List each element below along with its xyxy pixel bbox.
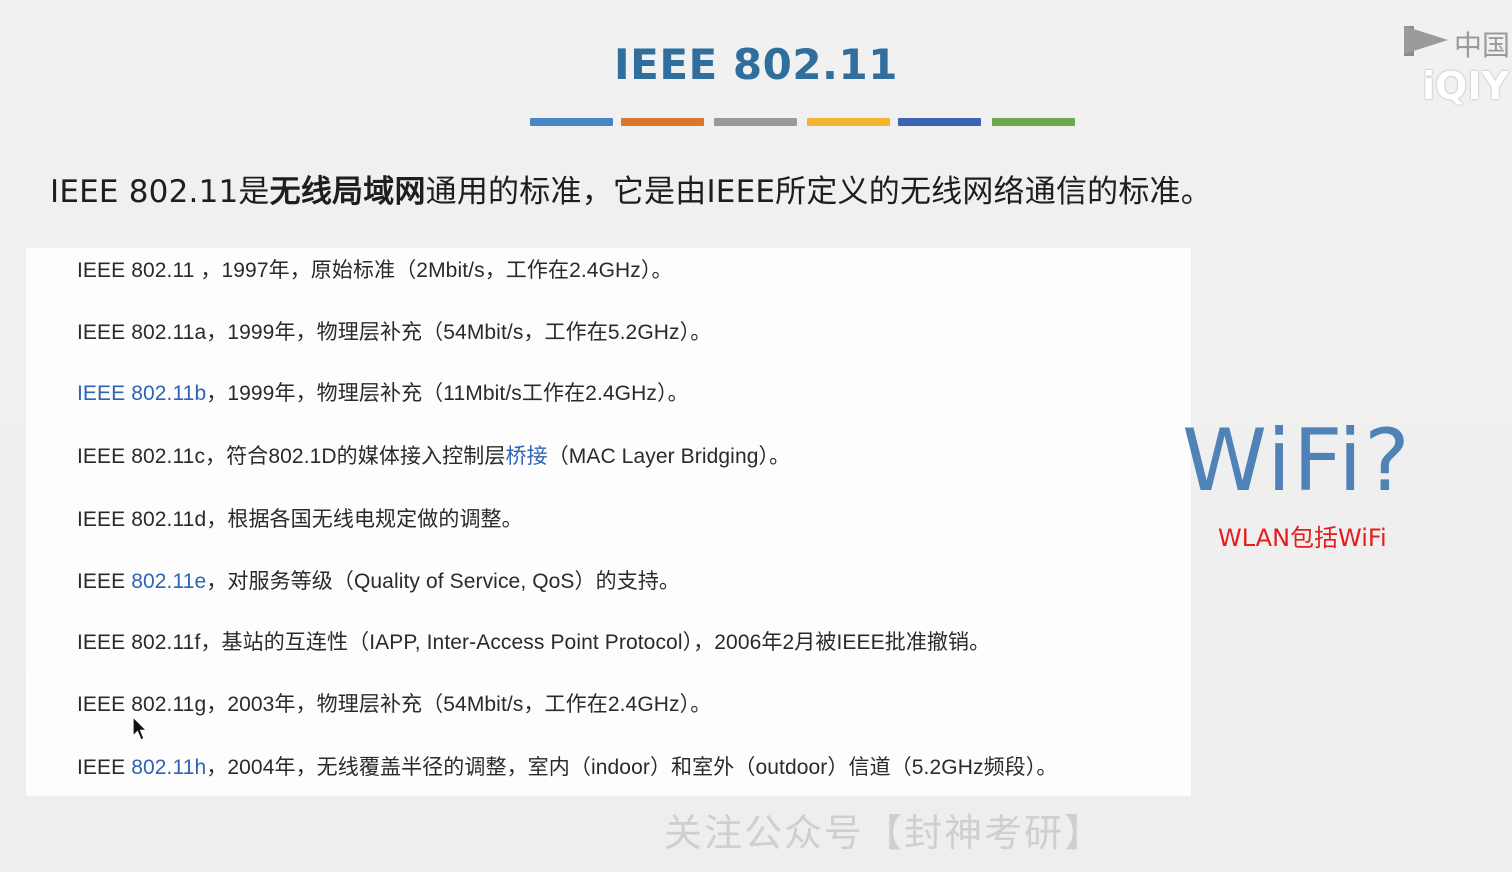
standard-text: ，2004年，无线覆盖半径的调整，室内（indoor）和室外（outdoor）信…: [206, 756, 1058, 779]
standard-line-80211b: IEEE 802.11b，1999年，物理层补充（11Mbit/s工作在2.4G…: [77, 377, 689, 407]
intro-sentence: IEEE 802.11是无线局域网通用的标准，它是由IEEE所定义的无线网络通信…: [50, 166, 1212, 211]
standard-link[interactable]: IEEE 802.11b: [77, 382, 206, 405]
logo-brand-text: iQIY: [1422, 64, 1509, 108]
wlan-note: WLAN包括WiFi: [1218, 524, 1387, 552]
color-bar-6: [992, 118, 1075, 126]
standard-line-80211e: IEEE 802.11e，对服务等级（Quality of Service, Q…: [77, 565, 680, 595]
standard-text: IEEE: [77, 756, 132, 779]
intro-suffix: 通用的标准，它是由IEEE所定义的无线网络通信的标准。: [425, 174, 1212, 210]
standard-link[interactable]: 802.11e: [131, 570, 206, 593]
standard-text: IEEE 802.11c，符合802.1D的媒体接入控制层: [77, 445, 506, 468]
standard-text: IEEE 802.11d，根据各国无线电规定做的调整。: [77, 508, 523, 531]
intro-prefix: IEEE 802.11是: [50, 174, 270, 210]
wifi-heading: WiFi?: [1182, 411, 1412, 511]
standard-text: ，对服务等级（Quality of Service, QoS）的支持。: [206, 570, 681, 593]
standard-link[interactable]: 桥接: [505, 445, 547, 468]
intro-emphasis: 无线局域网: [269, 174, 426, 210]
mouse-pointer-icon: [132, 716, 148, 741]
logo-cn-text: 中国: [1454, 29, 1511, 62]
color-bar-1: [530, 118, 613, 126]
color-bar-4: [807, 118, 890, 126]
standard-line-80211a: IEEE 802.11a，1999年，物理层补充（54Mbit/s，工作在5.2…: [77, 316, 711, 346]
standard-text: IEEE 802.11 ，1997年，原始标准（2Mbit/s，工作在2.4GH…: [77, 259, 673, 282]
slide-title: IEEE 802.11: [614, 40, 898, 89]
standard-text: IEEE: [77, 570, 132, 593]
standard-line-80211h: IEEE 802.11h，2004年，无线覆盖半径的调整，室内（indoor）和…: [77, 751, 1057, 781]
standard-line-80211g: IEEE 802.11g，2003年，物理层补充（54Mbit/s，工作在2.4…: [77, 688, 711, 718]
color-bar-2: [621, 118, 704, 126]
standard-text: IEEE 802.11a，1999年，物理层补充（54Mbit/s，工作在5.2…: [77, 321, 712, 344]
standard-line-80211: IEEE 802.11 ，1997年，原始标准（2Mbit/s，工作在2.4GH…: [77, 254, 673, 284]
watermark-text: 关注公众号【封神考研】: [664, 811, 1105, 855]
standard-line-80211c: IEEE 802.11c，符合802.1D的媒体接入控制层桥接（MAC Laye…: [77, 440, 790, 470]
iqiyi-logo: 中国 iQIY: [1402, 24, 1512, 108]
standard-line-80211f: IEEE 802.11f，基站的互连性（IAPP, Inter-Access P…: [77, 626, 990, 656]
color-bar-5: [898, 118, 981, 126]
standard-text: （MAC Layer Bridging）。: [547, 445, 791, 468]
standard-text: IEEE 802.11f，基站的互连性（IAPP, Inter-Access P…: [77, 631, 991, 654]
standard-line-80211d: IEEE 802.11d，根据各国无线电规定做的调整。: [77, 503, 523, 533]
standard-text: IEEE 802.11g，2003年，物理层补充（54Mbit/s，工作在2.4…: [77, 693, 712, 716]
standard-text: ，1999年，物理层补充（11Mbit/s工作在2.4GHz）。: [206, 382, 689, 405]
color-bar-3: [714, 118, 797, 126]
standard-link[interactable]: 802.11h: [131, 756, 206, 779]
